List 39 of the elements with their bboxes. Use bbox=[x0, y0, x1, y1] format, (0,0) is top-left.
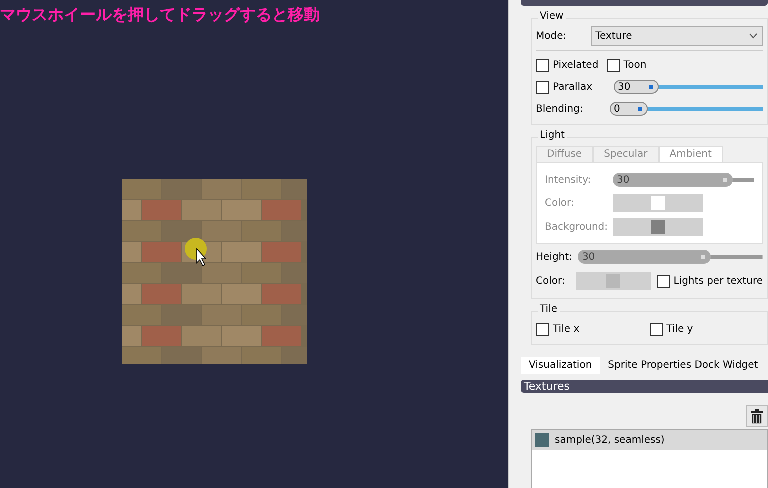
mode-label: Mode: bbox=[536, 30, 567, 42]
slider-thumb[interactable] bbox=[638, 107, 642, 111]
checkbox[interactable] bbox=[656, 274, 670, 288]
texture-thumbnail bbox=[535, 433, 549, 447]
texture-item[interactable]: sample(32, seamless) bbox=[532, 430, 767, 450]
dock-title-bar: Textures bbox=[521, 380, 768, 393]
slider-label: Height: bbox=[536, 252, 572, 262]
dock-tab[interactable]: Visualization bbox=[521, 357, 600, 374]
checkbox-label: Tile y bbox=[666, 324, 694, 334]
color-label: Color: bbox=[536, 276, 566, 286]
checkbox-label: Tile x bbox=[553, 324, 580, 334]
trash-icon bbox=[750, 408, 764, 424]
slider-thumb[interactable] bbox=[648, 85, 653, 89]
canvas-hint: マウスホイールを押してドラッグすると移動 bbox=[0, 5, 320, 26]
checkbox-label: Pixelated bbox=[553, 60, 599, 70]
color-picker[interactable] bbox=[613, 218, 703, 236]
light-tab[interactable]: Ambient bbox=[658, 146, 723, 162]
color-picker[interactable] bbox=[576, 272, 651, 290]
group-title: Tile bbox=[538, 304, 560, 315]
color-label: Background: bbox=[545, 222, 607, 232]
delete-button[interactable] bbox=[746, 405, 768, 427]
checkbox[interactable] bbox=[650, 322, 663, 336]
slider-label: Intensity: bbox=[545, 174, 592, 186]
checkbox-label: Parallax bbox=[553, 82, 593, 92]
group-title: Light bbox=[538, 130, 567, 141]
slider-label: Blending: bbox=[536, 104, 584, 114]
checkbox[interactable] bbox=[536, 58, 549, 72]
checkbox-label: Lights per texture bbox=[674, 276, 763, 286]
spin-box[interactable]: 30 bbox=[614, 80, 659, 94]
color-picker[interactable] bbox=[613, 194, 703, 212]
mode-dropdown[interactable]: Texture bbox=[590, 26, 763, 46]
checkbox[interactable] bbox=[536, 80, 549, 94]
checkbox[interactable] bbox=[536, 322, 549, 336]
spin-box[interactable]: 0 bbox=[610, 102, 648, 116]
color-label: Color: bbox=[545, 198, 576, 208]
checkbox[interactable] bbox=[606, 58, 620, 72]
chevron-icon bbox=[749, 33, 758, 39]
group-title: View bbox=[538, 11, 566, 22]
checkbox-label: Toon bbox=[624, 60, 647, 70]
